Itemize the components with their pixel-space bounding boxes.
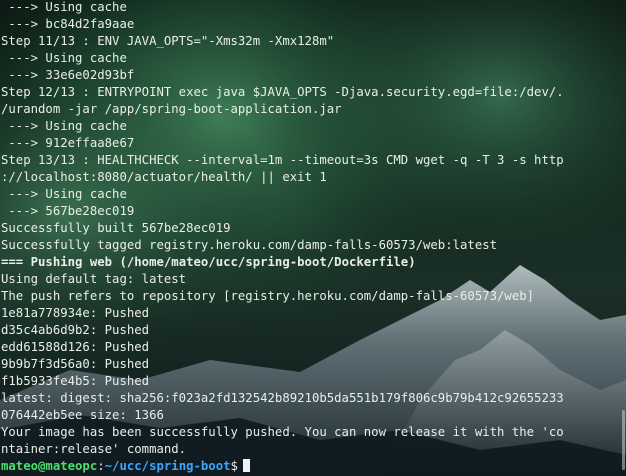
terminal-text: ---> 912effaa8e67 (1, 136, 135, 150)
terminal-text: ---> Using cache (1, 0, 127, 14)
terminal-line: d35c4ab6d9b2: Pushed (1, 322, 622, 339)
terminal-line: Step 13/13 : HEALTHCHECK --interval=1m -… (1, 152, 622, 169)
terminal-text: latest: digest: sha256:f023a2fd132542b89… (1, 391, 564, 405)
terminal-text: ---> Using cache (1, 119, 127, 133)
terminal-line: The push refers to repository [registry.… (1, 288, 622, 305)
terminal-text: 9b9b7f3d56a0: Pushed (1, 357, 150, 371)
terminal-line: latest: digest: sha256:f023a2fd132542b89… (1, 390, 622, 407)
prompt-separator: : (97, 459, 105, 473)
terminal-text: ---> 33e6e02d93bf (1, 68, 135, 82)
terminal-text: 1e81a778934e: Pushed (1, 306, 150, 320)
terminal-line: ://localhost:8080/actuator/health/ || ex… (1, 169, 622, 186)
terminal-line: Step 12/13 : ENTRYPOINT exec java $JAVA_… (1, 84, 622, 101)
terminal-window[interactable]: ---> Using cache ---> bc84d2fa9aae Step 1… (0, 0, 626, 476)
terminal-text: /urandom -jar /app/spring-boot-applicati… (1, 102, 342, 116)
terminal-output: ---> Using cache ---> bc84d2fa9aae Step 1… (1, 0, 622, 475)
terminal-line: ---> Using cache (1, 186, 622, 203)
terminal-line: Your image has been successfully pushed.… (1, 424, 622, 441)
terminal-text: 076442eb5ee size: 1366 (1, 408, 164, 422)
text-cursor[interactable] (242, 459, 250, 472)
terminal-line: ---> Using cache (1, 0, 622, 16)
terminal-scrollbar[interactable] (622, 410, 625, 470)
terminal-line: /urandom -jar /app/spring-boot-applicati… (1, 101, 622, 118)
terminal-line: ---> 33e6e02d93bf (1, 67, 622, 84)
terminal-text: f1b5933fe4b5: Pushed (1, 374, 150, 388)
terminal-text: Step 13/13 : HEALTHCHECK --interval=1m -… (1, 153, 564, 167)
shell-prompt[interactable]: mateo@mateopc:~/ucc/spring-boot$ (1, 458, 622, 475)
terminal-text: ---> Using cache (1, 51, 127, 65)
terminal-text: ntainer:release' command. (1, 442, 187, 456)
terminal-line: Successfully built 567be28ec019 (1, 220, 622, 237)
terminal-line: === Pushing web (/home/mateo/ucc/spring-… (1, 254, 622, 271)
terminal-line: ---> 567be28ec019 (1, 203, 622, 220)
terminal-line: ---> 912effaa8e67 (1, 135, 622, 152)
terminal-text: ://localhost:8080/actuator/health/ || ex… (1, 170, 327, 184)
terminal-text: Step 11/13 : ENV JAVA_OPTS="-Xms32m -Xmx… (1, 34, 335, 48)
terminal-line: 1e81a778934e: Pushed (1, 305, 622, 322)
terminal-text: ---> 567be28ec019 (1, 204, 135, 218)
terminal-line: edd61588d126: Pushed (1, 339, 622, 356)
terminal-line: f1b5933fe4b5: Pushed (1, 373, 622, 390)
terminal-line: Step 11/13 : ENV JAVA_OPTS="-Xms32m -Xmx… (1, 33, 622, 50)
terminal-text: edd61588d126: Pushed (1, 340, 150, 354)
terminal-text: Successfully tagged registry.heroku.com/… (1, 238, 498, 252)
terminal-line: 076442eb5ee size: 1366 (1, 407, 622, 424)
terminal-line: ---> Using cache (1, 118, 622, 135)
terminal-text: ---> bc84d2fa9aae (1, 17, 135, 31)
terminal-text: Step 12/13 : ENTRYPOINT exec java $JAVA_… (1, 85, 564, 99)
terminal-line: ---> bc84d2fa9aae (1, 16, 622, 33)
terminal-text: Using default tag: latest (1, 272, 187, 286)
terminal-line: Successfully tagged registry.heroku.com/… (1, 237, 622, 254)
terminal-text: === (1, 255, 31, 269)
terminal-text: The push refers to repository [registry.… (1, 289, 535, 303)
prompt-symbol: $ (230, 459, 238, 473)
prompt-user-host: mateo@mateopc (1, 459, 98, 473)
terminal-text: Pushing web (/home/mateo/ucc/spring-boot… (30, 255, 416, 269)
terminal-line: 9b9b7f3d56a0: Pushed (1, 356, 622, 373)
terminal-text: Successfully built 567be28ec019 (1, 221, 231, 235)
terminal-line: Using default tag: latest (1, 271, 622, 288)
terminal-text: ---> Using cache (1, 187, 127, 201)
terminal-line: ntainer:release' command. (1, 441, 622, 458)
prompt-path: ~/ucc/spring-boot (104, 459, 231, 473)
terminal-line: ---> Using cache (1, 50, 622, 67)
terminal-text: Your image has been successfully pushed.… (1, 425, 564, 439)
terminal-text: d35c4ab6d9b2: Pushed (1, 323, 150, 337)
